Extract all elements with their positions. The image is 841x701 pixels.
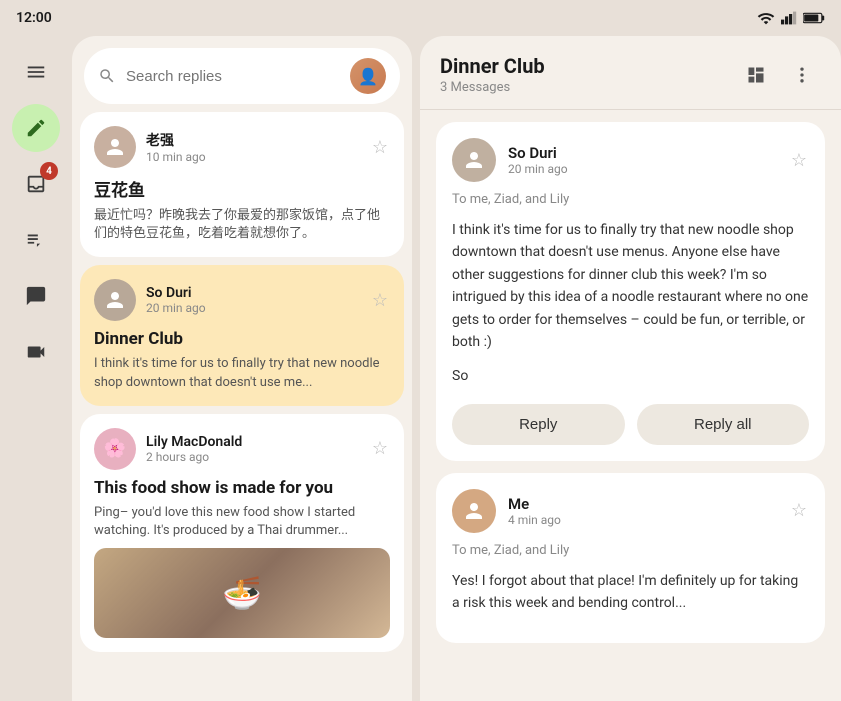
email-header-1: So Duri 20 min ago ☆ bbox=[452, 138, 809, 182]
app-container: 4 bbox=[0, 36, 841, 701]
messages-list: 老强 10 min ago ☆ 豆花鱼 最近忙吗？昨晚我去了你最爱的那家饭馆，点… bbox=[72, 112, 412, 701]
email-paragraph-2: So bbox=[452, 365, 809, 387]
email-to-1: To me, Ziad, and Lily bbox=[452, 192, 809, 207]
card-header-3: 🌸 Lily MacDonald 2 hours ago ☆ bbox=[94, 428, 390, 470]
email-time-2: 4 min ago bbox=[508, 513, 777, 527]
reply-button[interactable]: Reply bbox=[452, 404, 625, 445]
sender-name-1: 老强 bbox=[146, 130, 360, 150]
messages-panel: 👤 老强 10 min ago ☆ 豆花鱼 最近忙吗？昨晚我去了你最爱的 bbox=[72, 36, 412, 701]
email-avatar-1 bbox=[452, 138, 496, 182]
detail-actions bbox=[737, 56, 821, 94]
sender-avatar-3: 🌸 bbox=[94, 428, 136, 470]
message-preview-2: I think it's time for us to finally try … bbox=[94, 355, 390, 391]
edit-icon bbox=[25, 117, 47, 139]
detail-subtitle: 3 Messages bbox=[440, 80, 545, 95]
reply-all-button[interactable]: Reply all bbox=[637, 404, 810, 445]
food-image-placeholder: 🍜 bbox=[94, 548, 390, 638]
send-time-1: 10 min ago bbox=[146, 150, 360, 164]
email-sender-2: Me bbox=[508, 495, 777, 513]
email-avatar-2 bbox=[452, 489, 496, 533]
star-button-3[interactable]: ☆ bbox=[370, 436, 390, 461]
wifi-icon bbox=[757, 11, 775, 25]
menu-icon bbox=[25, 61, 47, 83]
email-body-2: Yes! I forgot about that place! I'm defi… bbox=[452, 570, 809, 615]
message-card-2[interactable]: So Duri 20 min ago ☆ Dinner Club I think… bbox=[80, 265, 404, 405]
star-button-1[interactable]: ☆ bbox=[370, 135, 390, 160]
more-options-button[interactable] bbox=[783, 56, 821, 94]
message-preview-3: Ping– you'd love this new food show I st… bbox=[94, 504, 390, 540]
sender-avatar-2 bbox=[94, 279, 136, 321]
video-icon bbox=[25, 341, 47, 363]
email-header-2: Me 4 min ago ☆ bbox=[452, 489, 809, 533]
email-card-1: So Duri 20 min ago ☆ To me, Ziad, and Li… bbox=[436, 122, 825, 461]
email-time-1: 20 min ago bbox=[508, 162, 777, 176]
email-paragraph-3: Yes! I forgot about that place! I'm defi… bbox=[452, 570, 809, 615]
detail-content: So Duri 20 min ago ☆ To me, Ziad, and Li… bbox=[420, 110, 841, 701]
card-meta-2: So Duri 20 min ago bbox=[146, 285, 360, 315]
message-card-1[interactable]: 老强 10 min ago ☆ 豆花鱼 最近忙吗？昨晚我去了你最爱的那家饭馆，点… bbox=[80, 112, 404, 257]
sidebar-item-video[interactable] bbox=[12, 328, 60, 376]
card-meta-3: Lily MacDonald 2 hours ago bbox=[146, 434, 360, 464]
card-meta-1: 老强 10 min ago bbox=[146, 130, 360, 164]
message-title-2: Dinner Club bbox=[94, 329, 390, 349]
message-card-3[interactable]: 🌸 Lily MacDonald 2 hours ago ☆ This food… bbox=[80, 414, 404, 652]
status-time: 12:00 bbox=[16, 10, 52, 26]
email-meta-2: Me 4 min ago bbox=[508, 495, 777, 527]
message-title-3: This food show is made for you bbox=[94, 478, 390, 498]
email-paragraph-1: I think it's time for us to finally try … bbox=[452, 219, 809, 353]
sender-avatar-1 bbox=[94, 126, 136, 168]
send-time-3: 2 hours ago bbox=[146, 450, 360, 464]
email-star-1[interactable]: ☆ bbox=[789, 148, 809, 173]
search-icon bbox=[98, 67, 116, 85]
sidebar: 4 bbox=[0, 36, 72, 701]
layout-button[interactable] bbox=[737, 56, 775, 94]
message-preview-1: 最近忙吗？昨晚我去了你最爱的那家饭馆，点了他们的特色豆花鱼，吃着吃着就想你了。 bbox=[94, 207, 390, 243]
email-body-1: I think it's time for us to finally try … bbox=[452, 219, 809, 388]
detail-title: Dinner Club bbox=[440, 54, 545, 78]
detail-header: Dinner Club 3 Messages bbox=[420, 36, 841, 110]
status-bar: 12:00 bbox=[0, 0, 841, 36]
more-vert-icon bbox=[792, 65, 812, 85]
reply-actions-1: Reply Reply all bbox=[452, 404, 809, 445]
sidebar-item-notes[interactable] bbox=[12, 216, 60, 264]
search-bar: 👤 bbox=[84, 48, 400, 104]
star-button-2[interactable]: ☆ bbox=[370, 288, 390, 313]
inbox-badge: 4 bbox=[40, 162, 58, 180]
signal-icon bbox=[781, 11, 797, 25]
email-to-2: To me, Ziad, and Lily bbox=[452, 543, 809, 558]
sender-name-2: So Duri bbox=[146, 285, 360, 301]
detail-panel: Dinner Club 3 Messages bbox=[420, 36, 841, 701]
notes-icon bbox=[25, 229, 47, 251]
chat-icon bbox=[25, 285, 47, 307]
sidebar-item-menu[interactable] bbox=[12, 48, 60, 96]
email-card-2: Me 4 min ago ☆ To me, Ziad, and Lily Yes… bbox=[436, 473, 825, 643]
detail-title-group: Dinner Club 3 Messages bbox=[440, 54, 545, 95]
send-time-2: 20 min ago bbox=[146, 301, 360, 315]
food-show-image: 🍜 bbox=[94, 548, 390, 638]
sidebar-item-compose[interactable] bbox=[12, 104, 60, 152]
battery-icon bbox=[803, 12, 825, 24]
card-header-2: So Duri 20 min ago ☆ bbox=[94, 279, 390, 321]
email-sender-1: So Duri bbox=[508, 144, 777, 162]
card-header-1: 老强 10 min ago ☆ bbox=[94, 126, 390, 168]
email-star-2[interactable]: ☆ bbox=[789, 498, 809, 523]
sidebar-item-inbox[interactable]: 4 bbox=[12, 160, 60, 208]
search-input[interactable] bbox=[126, 68, 340, 85]
message-title-1: 豆花鱼 bbox=[94, 176, 390, 201]
user-avatar[interactable]: 👤 bbox=[350, 58, 386, 94]
layout-icon bbox=[746, 65, 766, 85]
sender-name-3: Lily MacDonald bbox=[146, 434, 360, 450]
sidebar-item-chat[interactable] bbox=[12, 272, 60, 320]
status-icons bbox=[757, 11, 825, 25]
email-meta-1: So Duri 20 min ago bbox=[508, 144, 777, 176]
